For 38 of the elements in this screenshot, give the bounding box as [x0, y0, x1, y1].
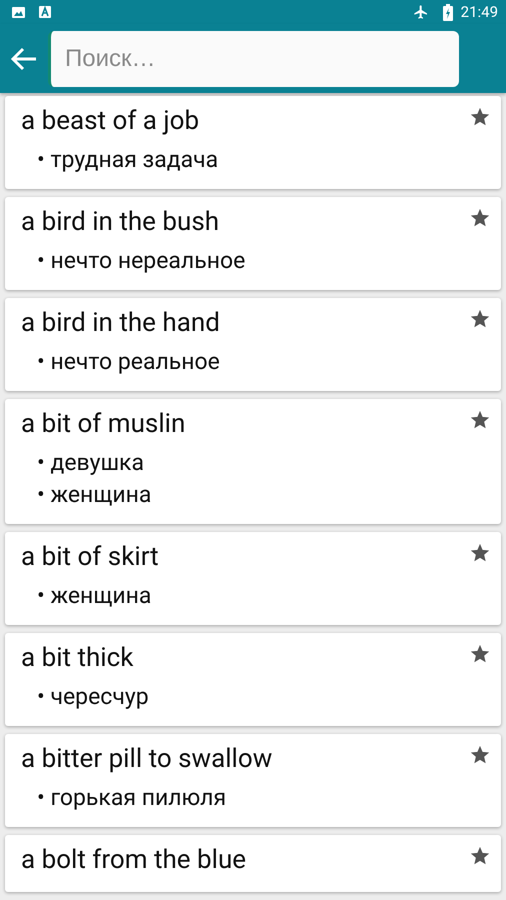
- translation-text: • нечто реальное: [36, 347, 221, 377]
- star-icon[interactable]: [469, 308, 491, 330]
- image-icon: [12, 6, 25, 18]
- translation-text: • нечто нереальное: [36, 246, 246, 276]
- translation-text: • женщина: [36, 581, 152, 611]
- translation-text: • трудная задача: [36, 145, 220, 175]
- translation-text: • чересчур: [36, 682, 150, 712]
- phrase-card[interactable]: a bird in the bush • нечто нереальное: [5, 197, 501, 290]
- clock-time: 21:49: [460, 3, 498, 21]
- star-icon[interactable]: [469, 207, 491, 229]
- phrase-title: a bird in the hand: [21, 307, 220, 340]
- phrase-title: a bit of skirt: [21, 541, 159, 574]
- star-icon[interactable]: [469, 744, 491, 766]
- phrase-card[interactable]: a bit of skirt • женщина: [5, 532, 501, 625]
- star-icon[interactable]: [469, 542, 491, 564]
- star-icon[interactable]: [469, 643, 491, 665]
- phrase-card[interactable]: a beast of a job • трудная задача: [5, 96, 501, 189]
- phrase-title: a bit thick: [21, 642, 134, 675]
- phrase-card[interactable]: a bit of muslin • девушка • женщина: [5, 399, 501, 524]
- phrase-title: a bird in the bush: [21, 206, 220, 239]
- phrase-title: a bit of muslin: [21, 408, 186, 441]
- translation-text: • девушка: [36, 448, 146, 478]
- phrase-card[interactable]: a bit thick • чересчур: [5, 633, 501, 726]
- translation-text: • горькая пилюля: [36, 783, 228, 813]
- phrase-title: a bitter pill to swallow: [21, 743, 272, 776]
- translation-text: • женщина: [36, 480, 152, 510]
- search-field[interactable]: Поиск…: [48, 30, 459, 86]
- phrase-card[interactable]: a bitter pill to swallow • горькая пилюля: [5, 734, 501, 827]
- battery-charging-icon: [442, 4, 453, 20]
- phrase-title: a bolt from the blue: [21, 844, 246, 877]
- phrase-card[interactable]: a bird in the hand • нечто реальное: [5, 298, 501, 391]
- star-icon[interactable]: [469, 409, 491, 431]
- star-icon[interactable]: [469, 106, 491, 128]
- star-icon[interactable]: [469, 845, 491, 867]
- phrase-title: a beast of a job: [21, 105, 200, 138]
- letter-icon: [39, 6, 51, 18]
- airplane-icon: [412, 4, 429, 20]
- phrase-card[interactable]: a bolt from the blue: [5, 835, 501, 892]
